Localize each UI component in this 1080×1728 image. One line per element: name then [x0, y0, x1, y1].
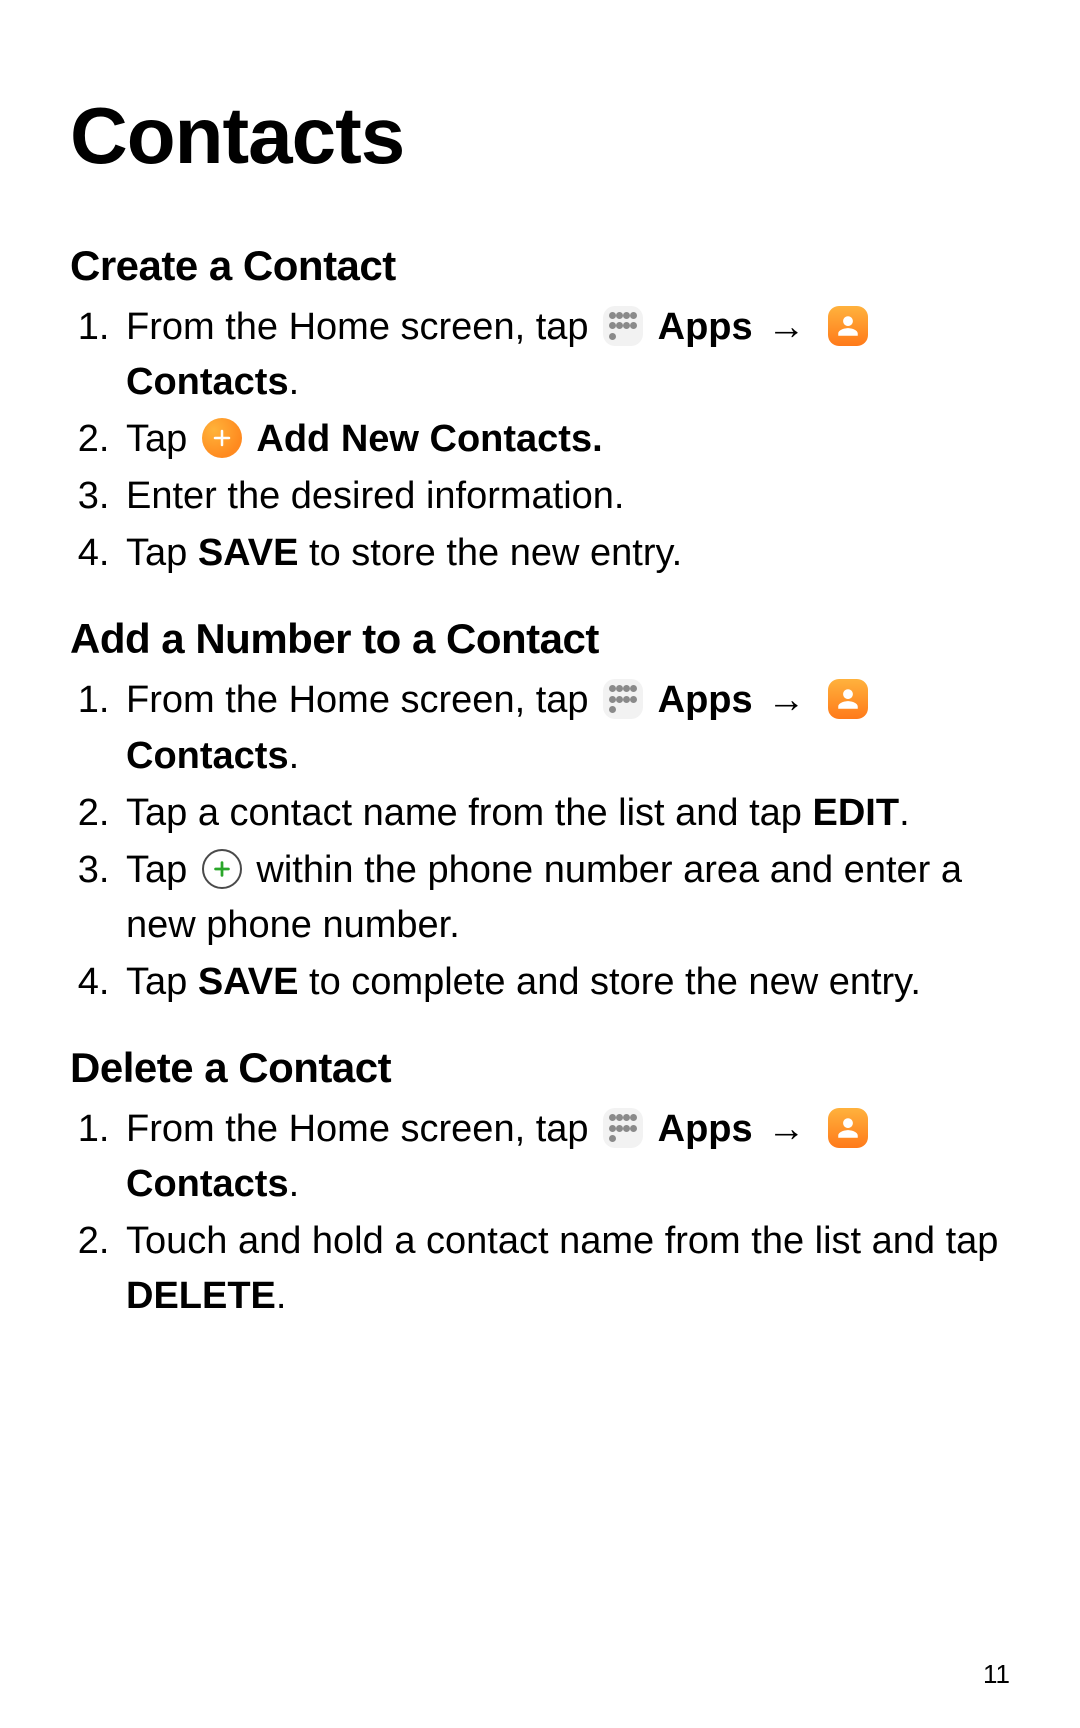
- step-item: Tap SAVE to store the new entry.: [120, 526, 1010, 581]
- body-text: Tap: [126, 418, 198, 460]
- step-item: From the Home screen, tap Apps → Contact…: [120, 1102, 1010, 1212]
- section-heading: Add a Number to a Contact: [70, 615, 1010, 663]
- add-contact-icon: [202, 418, 242, 458]
- contacts-app-icon: [828, 679, 868, 719]
- page-number: 11: [983, 1659, 1010, 1690]
- arrow-icon: →: [767, 1102, 805, 1157]
- body-text: [813, 1108, 824, 1150]
- contacts-app-icon: [828, 1108, 868, 1148]
- step-item: Tap within the phone number area and ent…: [120, 843, 1010, 953]
- add-field-icon: [202, 849, 242, 889]
- arrow-icon: →: [767, 300, 805, 355]
- body-text: Touch and hold a contact name from the l…: [126, 1220, 998, 1262]
- contacts-app-icon: [828, 306, 868, 346]
- body-text: Tap: [126, 961, 198, 1003]
- body-text: to store the new entry.: [299, 532, 683, 574]
- body-text: [647, 1108, 658, 1150]
- body-text: Tap: [126, 849, 198, 891]
- bold-text: Apps: [658, 306, 753, 348]
- body-text: .: [289, 1163, 300, 1205]
- body-text: [753, 679, 764, 721]
- body-text: [647, 306, 658, 348]
- content-body: Create a Contact From the Home screen, ta…: [70, 242, 1010, 1324]
- body-text: .: [276, 1275, 287, 1317]
- bold-text: Contacts: [126, 735, 289, 777]
- body-text: From the Home screen, tap: [126, 306, 599, 348]
- step-item: Touch and hold a contact name from the l…: [120, 1214, 1010, 1324]
- body-text: .: [289, 361, 300, 403]
- body-text: [813, 306, 824, 348]
- body-text: .: [289, 735, 300, 777]
- bold-text: Contacts: [126, 1163, 289, 1205]
- bold-text: SAVE: [198, 961, 299, 1003]
- apps-grid-icon: [603, 306, 643, 346]
- step-list: From the Home screen, tap Apps → Contact…: [70, 1102, 1010, 1324]
- body-text: From the Home screen, tap: [126, 1108, 599, 1150]
- apps-grid-icon: [603, 679, 643, 719]
- body-text: Tap a contact name from the list and tap: [126, 792, 813, 834]
- step-item: From the Home screen, tap Apps → Contact…: [120, 673, 1010, 783]
- body-text: [647, 679, 658, 721]
- bold-text: DELETE: [126, 1275, 276, 1317]
- body-text: [813, 679, 824, 721]
- step-list: From the Home screen, tap Apps → Contact…: [70, 673, 1010, 1010]
- body-text: [753, 1108, 764, 1150]
- document-page: Contacts Create a Contact From the Home s…: [0, 0, 1080, 1728]
- bold-text: Apps: [658, 1108, 753, 1150]
- arrow-icon: →: [767, 673, 805, 728]
- step-item: Tap Add New Contacts.: [120, 412, 1010, 467]
- page-title: Contacts: [70, 90, 1010, 182]
- bold-text: Add New Contacts.: [256, 418, 602, 460]
- body-text: to complete and store the new entry.: [299, 961, 921, 1003]
- body-text: .: [899, 792, 910, 834]
- body-text: Tap: [126, 532, 198, 574]
- body-text: From the Home screen, tap: [126, 679, 599, 721]
- step-item: Tap a contact name from the list and tap…: [120, 786, 1010, 841]
- body-text: [753, 306, 764, 348]
- bold-text: EDIT: [813, 792, 900, 834]
- apps-grid-icon: [603, 1108, 643, 1148]
- body-text: [246, 418, 257, 460]
- section-heading: Create a Contact: [70, 242, 1010, 290]
- step-item: Enter the desired information.: [120, 469, 1010, 524]
- bold-text: Apps: [658, 679, 753, 721]
- body-text: Enter the desired information.: [126, 475, 625, 517]
- step-list: From the Home screen, tap Apps → Contact…: [70, 300, 1010, 581]
- body-text: within the phone number area and enter a…: [126, 849, 962, 946]
- step-item: From the Home screen, tap Apps → Contact…: [120, 300, 1010, 410]
- section-heading: Delete a Contact: [70, 1044, 1010, 1092]
- bold-text: SAVE: [198, 532, 299, 574]
- bold-text: Contacts: [126, 361, 289, 403]
- step-item: Tap SAVE to complete and store the new e…: [120, 955, 1010, 1010]
